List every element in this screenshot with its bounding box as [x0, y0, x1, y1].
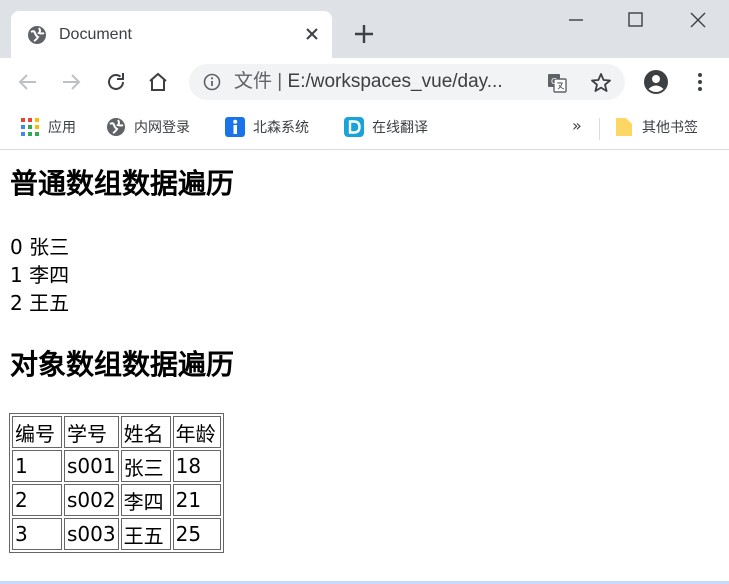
table-cell: 王五	[120, 518, 171, 550]
star-icon[interactable]	[589, 71, 613, 95]
table-cell: 3	[12, 518, 62, 550]
table-header-row: 编号 学号 姓名 年龄	[12, 416, 221, 448]
scheme-label: 文件	[234, 71, 273, 92]
window-close-icon[interactable]	[688, 10, 708, 30]
folder-icon	[616, 118, 632, 136]
page-content: 普通数组数据遍历 0 张三 1 李四 2 王五 对象数组数据遍历 编号 学号 姓…	[0, 151, 729, 584]
heading-array-iteration: 普通数组数据遍历	[10, 167, 235, 200]
more-bookmarks-button[interactable]: »	[572, 116, 582, 135]
apps-grid-icon	[21, 118, 39, 136]
translate-d-icon	[344, 117, 364, 137]
table-row: 3 s003 王五 25	[12, 518, 221, 550]
tab-strip: Document	[0, 0, 729, 58]
bookmark-label: 应用	[48, 120, 76, 136]
table-cell: s003	[64, 518, 119, 550]
bookmark-other[interactable]: 其他书签	[614, 116, 698, 138]
table-cell: 张三	[120, 450, 171, 482]
table-cell: s001	[64, 450, 119, 482]
list-item: 2 王五	[10, 291, 70, 315]
column-header: 学号	[64, 416, 119, 448]
globe-icon	[107, 118, 125, 136]
student-table: 编号 学号 姓名 年龄 1 s001 张三 18 2 s002 李四 21 3 …	[9, 413, 224, 553]
close-icon[interactable]	[301, 23, 323, 45]
address-bar[interactable]: 文件 | E:/workspaces_vue/day... G	[189, 64, 625, 100]
heading-object-iteration: 对象数组数据遍历	[10, 348, 235, 381]
table-cell: 李四	[120, 484, 171, 516]
bookmark-translate[interactable]: 在线翻译	[344, 116, 428, 138]
table-row: 1 s001 张三 18	[12, 450, 221, 482]
column-header: 编号	[12, 416, 62, 448]
tab-document[interactable]: Document	[11, 11, 332, 58]
table-cell: s002	[64, 484, 119, 516]
scheme-separator: |	[277, 71, 283, 92]
bookmark-apps[interactable]: 应用	[20, 116, 76, 138]
translate-icon[interactable]: G	[546, 72, 568, 94]
table-cell: 25	[172, 518, 221, 550]
column-header: 年龄	[172, 416, 221, 448]
table-cell: 18	[172, 450, 221, 482]
info-badge-icon	[225, 117, 245, 137]
browser-toolbar: 文件 | E:/workspaces_vue/day... G	[0, 58, 729, 106]
bookmarks-bar: 应用 内网登录 北森系统 在线翻译 » 其他书签	[0, 106, 729, 150]
list-item: 1 李四	[10, 263, 70, 287]
kebab-menu-icon[interactable]	[690, 70, 710, 94]
column-header: 姓名	[120, 416, 171, 448]
table-row: 2 s002 李四 21	[12, 484, 221, 516]
home-icon[interactable]	[146, 70, 170, 94]
list-item: 0 张三	[10, 235, 70, 259]
bookmark-label: 内网登录	[134, 120, 190, 136]
table-cell: 2	[12, 484, 62, 516]
address-text[interactable]: 文件 | E:/workspaces_vue/day...	[234, 71, 503, 93]
bookmarks-divider	[599, 118, 600, 140]
maximize-icon[interactable]	[626, 10, 646, 30]
minimize-icon[interactable]	[566, 10, 586, 30]
reload-icon[interactable]	[104, 70, 128, 94]
globe-icon	[28, 26, 46, 44]
bookmark-label: 北森系统	[253, 120, 309, 136]
profile-icon[interactable]	[643, 69, 669, 95]
bookmark-label: 在线翻译	[372, 120, 428, 136]
table-cell: 21	[172, 484, 221, 516]
array-list: 0 张三 1 李四 2 王五	[10, 233, 69, 317]
svg-text:G: G	[551, 77, 557, 86]
info-icon[interactable]	[203, 73, 221, 91]
url-text: E:/workspaces_vue/day...	[287, 71, 503, 92]
table-cell: 1	[12, 450, 62, 482]
tab-title: Document	[59, 26, 132, 43]
back-arrow-icon[interactable]	[16, 70, 40, 94]
bookmark-label: 其他书签	[642, 120, 698, 136]
forward-arrow-icon[interactable]	[59, 70, 83, 94]
bookmark-beisen[interactable]: 北森系统	[225, 116, 309, 138]
bookmark-intranet[interactable]: 内网登录	[106, 116, 190, 138]
plus-icon[interactable]	[350, 20, 378, 48]
